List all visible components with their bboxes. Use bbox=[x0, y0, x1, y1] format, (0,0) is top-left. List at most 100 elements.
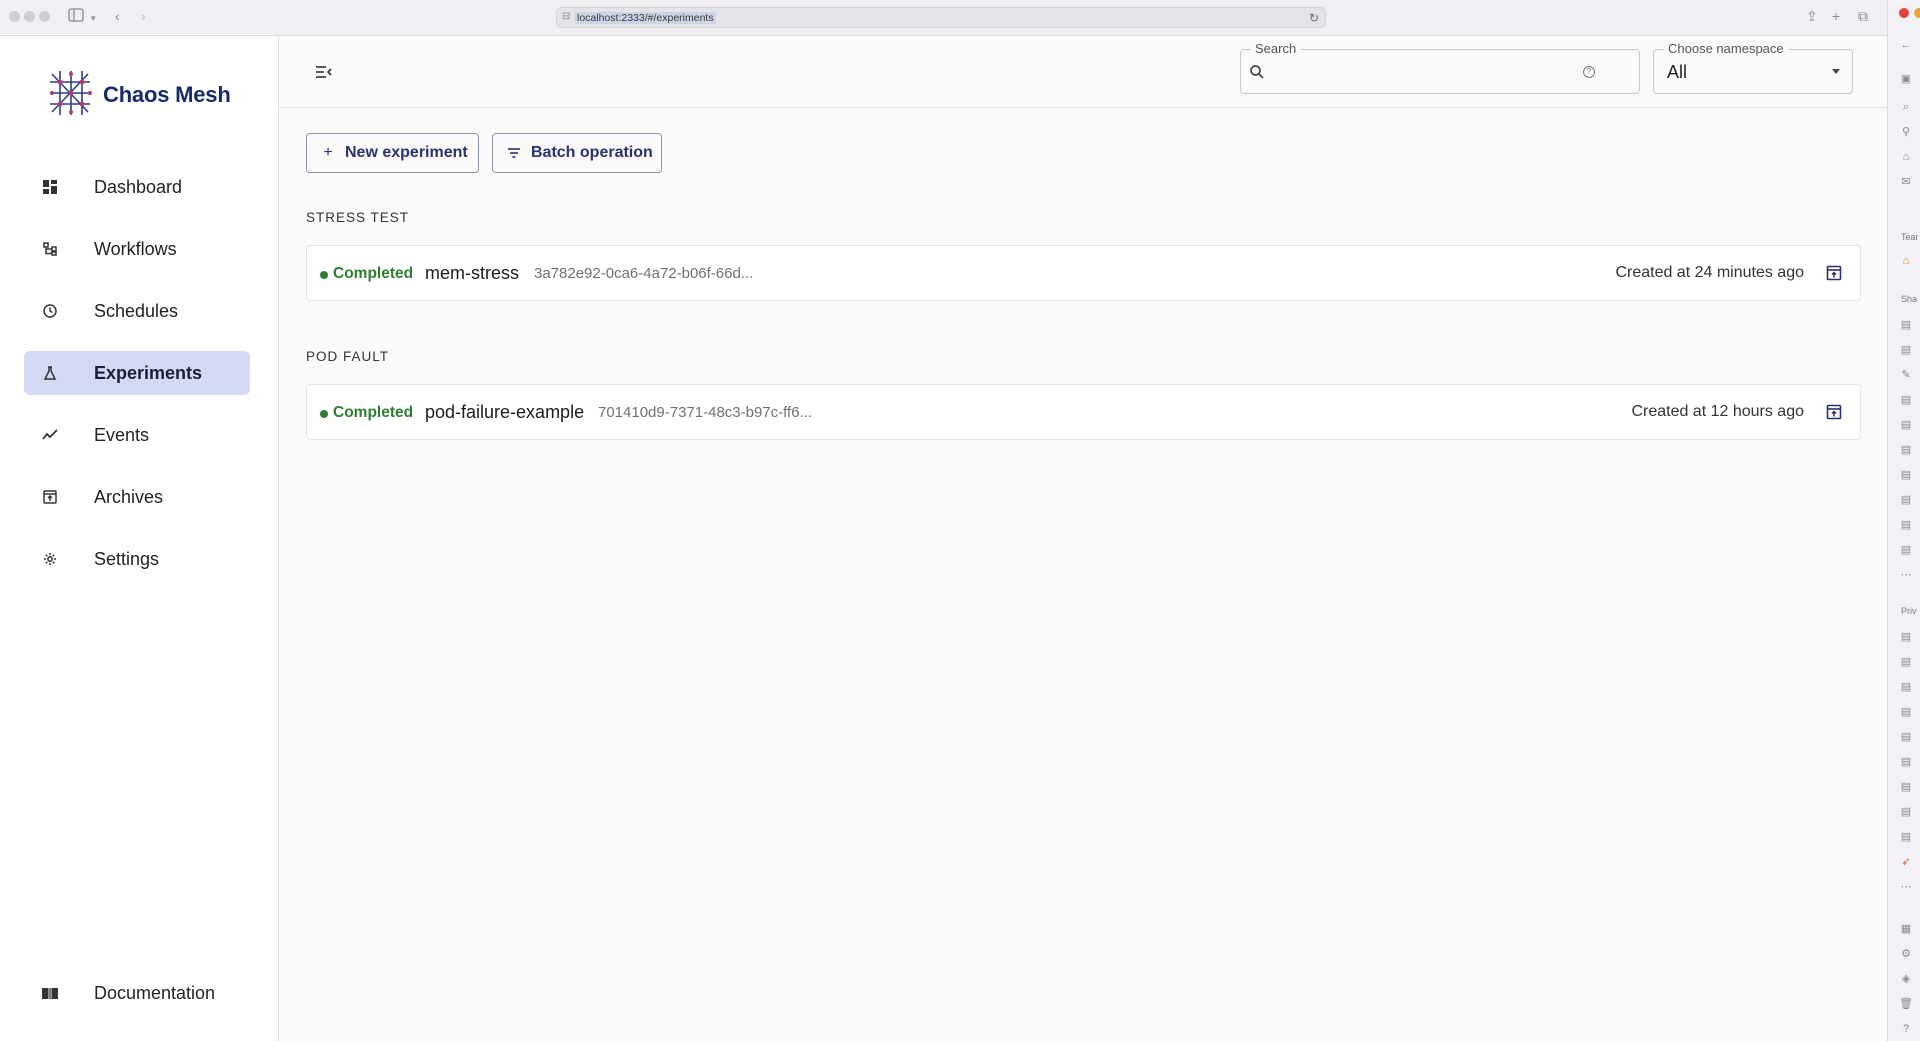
doc-icon[interactable]: ▤ bbox=[1899, 493, 1913, 507]
status-badge: Completed bbox=[333, 265, 414, 282]
sidebar-item-events[interactable]: Events bbox=[24, 413, 250, 457]
experiment-uid: 3a782e92-0ca6-4a72-b06f-66d... bbox=[534, 265, 754, 282]
batch-operation-label: Batch operation bbox=[531, 144, 653, 161]
home-icon[interactable]: ⌂ bbox=[1899, 150, 1913, 164]
sidebar-item-label: Events bbox=[94, 425, 150, 445]
doc-icon[interactable]: ▤ bbox=[1899, 518, 1913, 532]
namespace-select[interactable]: Choose namespace All bbox=[1653, 41, 1853, 94]
namespace-label: Choose namespace bbox=[1664, 41, 1788, 57]
created-time: Created at 12 hours ago bbox=[1631, 403, 1804, 420]
group-title: POD FAULT bbox=[306, 349, 390, 364]
sidebar-item-label: Experiments bbox=[94, 363, 203, 383]
menu-collapse-icon[interactable] bbox=[315, 64, 333, 80]
top-app-bar: Search ? Choose namespace All bbox=[279, 36, 1887, 108]
sidebar-item-experiments[interactable]: Experiments bbox=[24, 351, 250, 395]
namespace-value: All bbox=[1667, 62, 1688, 82]
address-bar[interactable]: ⊟ localhost:2333/#/experiments ↻ bbox=[556, 7, 1326, 28]
window-minimize-button[interactable] bbox=[24, 11, 35, 22]
doc-icon[interactable]: ▤ bbox=[1899, 830, 1913, 844]
doc-icon[interactable]: ▤ bbox=[1899, 805, 1913, 819]
app-brand: Chaos Mesh bbox=[103, 82, 231, 107]
sidebar-item-label: Workflows bbox=[94, 239, 177, 259]
doc-icon[interactable]: ▤ bbox=[1899, 318, 1913, 332]
pen-icon[interactable]: ✎ bbox=[1899, 368, 1913, 382]
sidebar-item-label: Archives bbox=[94, 487, 164, 507]
doc-icon[interactable]: ▤ bbox=[1899, 468, 1913, 482]
experiment-name: mem-stress bbox=[425, 263, 519, 283]
help-icon[interactable]: ? bbox=[1583, 66, 1595, 78]
reload-icon[interactable]: ↻ bbox=[1309, 11, 1319, 25]
calendar-icon[interactable]: ▦ bbox=[1899, 922, 1913, 936]
doc-icon[interactable]: ▤ bbox=[1899, 343, 1913, 357]
window-close-button[interactable] bbox=[9, 11, 20, 22]
doc-icon[interactable]: ▤ bbox=[1899, 780, 1913, 794]
sidebar-item-settings[interactable]: Settings bbox=[24, 537, 250, 581]
share-icon[interactable]: ⇪ bbox=[1806, 8, 1818, 24]
doc-icon[interactable]: ▤ bbox=[1899, 543, 1913, 557]
search-label: Search bbox=[1251, 41, 1301, 57]
doc-icon[interactable]: ▤ bbox=[1899, 630, 1913, 644]
doc-icon[interactable]: ▤ bbox=[1899, 755, 1913, 769]
help-icon[interactable]: ? bbox=[1899, 1022, 1913, 1036]
tab-overview-icon[interactable]: ⧉ bbox=[1858, 8, 1868, 24]
status-dot-icon bbox=[320, 271, 328, 279]
app-sidebar: Chaos Mesh Dashboard Workflows Schedules… bbox=[0, 36, 279, 1041]
trash-icon[interactable]: 🗑 bbox=[1899, 997, 1913, 1011]
sidebar-item-archives[interactable]: Archives bbox=[24, 475, 250, 519]
search-field[interactable]: Search ? bbox=[1240, 41, 1640, 94]
app-icon[interactable]: ▣ bbox=[1899, 72, 1913, 86]
doc-icon[interactable]: ▤ bbox=[1899, 655, 1913, 669]
private-label: Priv bbox=[1901, 606, 1917, 616]
rocket-icon[interactable]: ➶ bbox=[1899, 855, 1913, 869]
doc-icon[interactable]: ▤ bbox=[1899, 730, 1913, 744]
experiment-row[interactable]: Completed pod-failure-example 701410d9-7… bbox=[306, 384, 1861, 440]
sidebar-item-label: Settings bbox=[94, 549, 160, 569]
dashboard-icon bbox=[42, 179, 58, 195]
doc-icon[interactable]: ▤ bbox=[1899, 705, 1913, 719]
status-dot-icon bbox=[320, 410, 328, 418]
team-label: Tear bbox=[1901, 232, 1919, 242]
site-info-icon: ⊟ bbox=[562, 11, 571, 22]
search-input[interactable] bbox=[1271, 58, 1571, 86]
chaos-mesh-logo-icon bbox=[50, 71, 92, 115]
back-arrow-icon[interactable]: ← bbox=[1899, 38, 1913, 52]
experiment-row[interactable]: Completed mem-stress 3a782e92-0ca6-4a72-… bbox=[306, 245, 1861, 301]
search-icon[interactable]: ⌕ bbox=[1899, 100, 1913, 114]
gear-icon[interactable]: ⚙ bbox=[1899, 947, 1913, 961]
more-icon[interactable]: ⋯ bbox=[1899, 568, 1913, 582]
inbox-icon[interactable]: ✉ bbox=[1899, 175, 1913, 189]
sidebar-item-dashboard[interactable]: Dashboard bbox=[24, 165, 250, 209]
doc-icon[interactable]: ▤ bbox=[1899, 418, 1913, 432]
sidebar-item-documentation[interactable]: Documentation bbox=[24, 971, 250, 1015]
url-text: localhost:2333/#/experiments bbox=[575, 12, 716, 24]
chevron-down-icon[interactable]: ▾ bbox=[91, 10, 96, 26]
batch-operation-button[interactable]: Batch operation bbox=[492, 133, 662, 173]
new-tab-icon[interactable]: + bbox=[1832, 8, 1840, 24]
more-icon[interactable]: ⋯ bbox=[1899, 880, 1913, 894]
created-time: Created at 24 minutes ago bbox=[1615, 264, 1804, 281]
sidebar-item-label: Dashboard bbox=[94, 177, 183, 197]
sidebar-toggle-icon[interactable] bbox=[68, 8, 84, 25]
red-dot-icon bbox=[1899, 8, 1909, 18]
forward-icon[interactable]: › bbox=[141, 8, 146, 24]
archive-icon[interactable] bbox=[1826, 265, 1842, 281]
doc-icon[interactable]: ▤ bbox=[1899, 680, 1913, 694]
back-icon[interactable]: ‹ bbox=[115, 8, 120, 24]
archive-icon[interactable] bbox=[1826, 404, 1842, 420]
doc-icon[interactable]: ▤ bbox=[1899, 393, 1913, 407]
team-home-icon[interactable]: ⌂ bbox=[1899, 254, 1913, 268]
dropdown-arrow-icon bbox=[1832, 69, 1840, 74]
browser-toolbar: ▾ ‹ › ⊟ localhost:2333/#/experiments ↻ ⇪… bbox=[0, 0, 1887, 36]
tool-icon[interactable]: ⚲ bbox=[1899, 125, 1913, 139]
sidebar-item-workflows[interactable]: Workflows bbox=[24, 227, 250, 271]
workflow-icon bbox=[42, 241, 58, 257]
doc-icon[interactable]: ▤ bbox=[1899, 443, 1913, 457]
new-experiment-button[interactable]: + New experiment bbox=[306, 133, 479, 173]
sidebar-item-schedules[interactable]: Schedules bbox=[24, 289, 250, 333]
window-zoom-button[interactable] bbox=[39, 11, 50, 22]
filter-icon bbox=[507, 148, 521, 158]
experiment-name: pod-failure-example bbox=[425, 402, 585, 422]
sidebar-item-label: Schedules bbox=[94, 301, 179, 321]
shapes-icon[interactable]: ◈ bbox=[1899, 972, 1913, 986]
group-title: STRESS TEST bbox=[306, 210, 410, 225]
